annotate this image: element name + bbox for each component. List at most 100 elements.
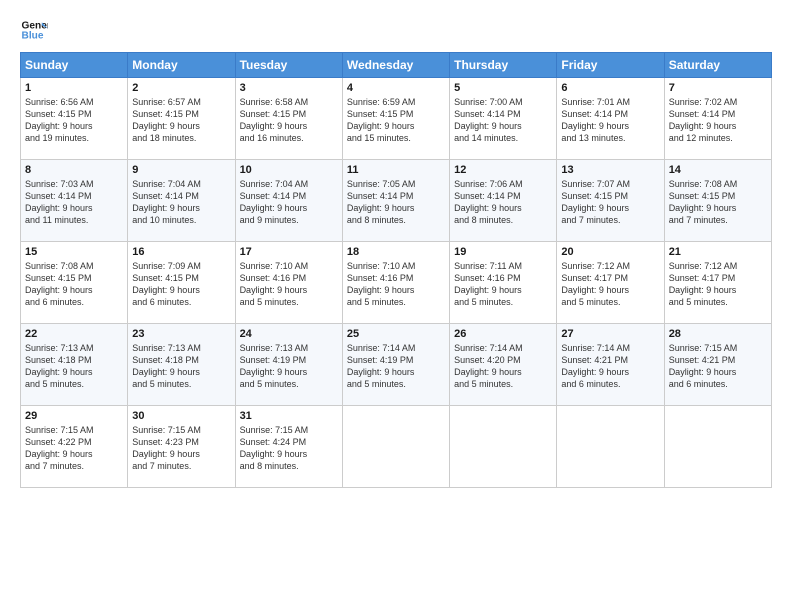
calendar-day-cell: 18 Sunrise: 7:10 AM Sunset: 4:16 PM Dayli… (342, 242, 449, 324)
calendar-week-row: 15Sunrise: 7:08 AM Sunset: 4:15 PM Dayli… (21, 242, 772, 324)
day-number: 7 (669, 82, 767, 94)
calendar-day-cell: 26Sunrise: 7:14 AM Sunset: 4:20 PM Dayli… (450, 324, 557, 406)
calendar-header-day: Monday (128, 53, 235, 78)
calendar-header-day: Wednesday (342, 53, 449, 78)
day-number: 12 (454, 164, 552, 176)
calendar-day-cell: 17Sunrise: 7:10 AM Sunset: 4:16 PM Dayli… (235, 242, 342, 324)
day-info: Sunrise: 7:07 AM Sunset: 4:15 PM Dayligh… (561, 178, 659, 227)
day-number: 8 (25, 164, 123, 176)
calendar-day-cell: 12 Sunrise: 7:06 AM Sunset: 4:14 PM Dayli… (450, 160, 557, 242)
calendar-day-cell: 15Sunrise: 7:08 AM Sunset: 4:15 PM Dayli… (21, 242, 128, 324)
calendar-header-day: Saturday (664, 53, 771, 78)
calendar-day-cell: 6 Sunrise: 7:01 AM Sunset: 4:14 PM Daylig… (557, 78, 664, 160)
day-number: 1 (25, 82, 123, 94)
svg-text:Blue: Blue (22, 31, 44, 42)
logo-icon: General Blue (20, 16, 48, 44)
day-info: Sunrise: 7:15 AM Sunset: 4:23 PM Dayligh… (132, 424, 230, 473)
day-info: Sunrise: 7:02 AM Sunset: 4:14 PM Dayligh… (669, 96, 767, 145)
page-header: General Blue (20, 16, 772, 44)
day-info: Sunrise: 7:12 AM Sunset: 4:17 PM Dayligh… (669, 260, 767, 309)
day-number: 29 (25, 410, 123, 422)
day-number: 19 (454, 246, 552, 258)
calendar-day-cell: 24 Sunrise: 7:13 AM Sunset: 4:19 PM Dayli… (235, 324, 342, 406)
day-info: Sunrise: 6:59 AM Sunset: 4:15 PM Dayligh… (347, 96, 445, 145)
calendar-day-cell: 19 Sunrise: 7:11 AM Sunset: 4:16 PM Dayli… (450, 242, 557, 324)
calendar-header-row: SundayMondayTuesdayWednesdayThursdayFrid… (21, 53, 772, 78)
calendar-day-cell: 9 Sunrise: 7:04 AM Sunset: 4:14 PM Daylig… (128, 160, 235, 242)
calendar-day-cell: 3 Sunrise: 6:58 AM Sunset: 4:15 PM Daylig… (235, 78, 342, 160)
day-number: 2 (132, 82, 230, 94)
calendar-day-cell: 4 Sunrise: 6:59 AM Sunset: 4:15 PM Daylig… (342, 78, 449, 160)
calendar-day-cell: 29 Sunrise: 7:15 AM Sunset: 4:22 PM Dayli… (21, 406, 128, 488)
day-number: 3 (240, 82, 338, 94)
day-info: Sunrise: 6:58 AM Sunset: 4:15 PM Dayligh… (240, 96, 338, 145)
calendar-header-day: Friday (557, 53, 664, 78)
day-number: 23 (132, 328, 230, 340)
day-number: 27 (561, 328, 659, 340)
day-info: Sunrise: 7:13 AM Sunset: 4:18 PM Dayligh… (25, 342, 123, 391)
calendar-day-cell: 30 Sunrise: 7:15 AM Sunset: 4:23 PM Dayli… (128, 406, 235, 488)
calendar-day-cell: 2 Sunrise: 6:57 AM Sunset: 4:15 PM Daylig… (128, 78, 235, 160)
calendar-day-cell (557, 406, 664, 488)
day-info: Sunrise: 7:13 AM Sunset: 4:18 PM Dayligh… (132, 342, 230, 391)
calendar-day-cell: 22 Sunrise: 7:13 AM Sunset: 4:18 PM Dayli… (21, 324, 128, 406)
day-info: Sunrise: 7:15 AM Sunset: 4:21 PM Dayligh… (669, 342, 767, 391)
day-info: Sunrise: 7:14 AM Sunset: 4:19 PM Dayligh… (347, 342, 445, 391)
calendar-header-day: Tuesday (235, 53, 342, 78)
calendar-day-cell: 16 Sunrise: 7:09 AM Sunset: 4:15 PM Dayli… (128, 242, 235, 324)
calendar-day-cell: 11 Sunrise: 7:05 AM Sunset: 4:14 PM Dayli… (342, 160, 449, 242)
day-info: Sunrise: 6:56 AM Sunset: 4:15 PM Dayligh… (25, 96, 123, 145)
calendar-day-cell: 8 Sunrise: 7:03 AM Sunset: 4:14 PM Daylig… (21, 160, 128, 242)
day-info: Sunrise: 7:12 AM Sunset: 4:17 PM Dayligh… (561, 260, 659, 309)
day-info: Sunrise: 7:08 AM Sunset: 4:15 PM Dayligh… (669, 178, 767, 227)
calendar-day-cell: 10 Sunrise: 7:04 AM Sunset: 4:14 PM Dayli… (235, 160, 342, 242)
logo: General Blue (20, 16, 52, 44)
day-info: Sunrise: 7:13 AM Sunset: 4:19 PM Dayligh… (240, 342, 338, 391)
calendar-day-cell (342, 406, 449, 488)
day-number: 4 (347, 82, 445, 94)
day-number: 5 (454, 82, 552, 94)
day-info: Sunrise: 7:14 AM Sunset: 4:21 PM Dayligh… (561, 342, 659, 391)
day-info: Sunrise: 7:09 AM Sunset: 4:15 PM Dayligh… (132, 260, 230, 309)
day-number: 14 (669, 164, 767, 176)
day-info: Sunrise: 7:11 AM Sunset: 4:16 PM Dayligh… (454, 260, 552, 309)
day-number: 24 (240, 328, 338, 340)
day-number: 6 (561, 82, 659, 94)
day-info: Sunrise: 7:03 AM Sunset: 4:14 PM Dayligh… (25, 178, 123, 227)
day-number: 10 (240, 164, 338, 176)
day-number: 25 (347, 328, 445, 340)
calendar-day-cell: 14 Sunrise: 7:08 AM Sunset: 4:15 PM Dayli… (664, 160, 771, 242)
day-info: Sunrise: 7:14 AM Sunset: 4:20 PM Dayligh… (454, 342, 552, 391)
day-info: Sunrise: 7:05 AM Sunset: 4:14 PM Dayligh… (347, 178, 445, 227)
day-info: Sunrise: 7:00 AM Sunset: 4:14 PM Dayligh… (454, 96, 552, 145)
calendar-header-day: Sunday (21, 53, 128, 78)
calendar-day-cell (664, 406, 771, 488)
day-info: Sunrise: 7:15 AM Sunset: 4:24 PM Dayligh… (240, 424, 338, 473)
day-number: 13 (561, 164, 659, 176)
day-info: Sunrise: 7:04 AM Sunset: 4:14 PM Dayligh… (132, 178, 230, 227)
calendar-day-cell: 13 Sunrise: 7:07 AM Sunset: 4:15 PM Dayli… (557, 160, 664, 242)
day-info: Sunrise: 7:04 AM Sunset: 4:14 PM Dayligh… (240, 178, 338, 227)
calendar-week-row: 29 Sunrise: 7:15 AM Sunset: 4:22 PM Dayli… (21, 406, 772, 488)
day-number: 11 (347, 164, 445, 176)
day-number: 18 (347, 246, 445, 258)
day-info: Sunrise: 7:10 AM Sunset: 4:16 PM Dayligh… (347, 260, 445, 309)
calendar-header-day: Thursday (450, 53, 557, 78)
calendar-day-cell: 5 Sunrise: 7:00 AM Sunset: 4:14 PM Daylig… (450, 78, 557, 160)
calendar-day-cell: 1 Sunrise: 6:56 AM Sunset: 4:15 PM Daylig… (21, 78, 128, 160)
day-number: 17 (240, 246, 338, 258)
day-number: 22 (25, 328, 123, 340)
day-info: Sunrise: 7:06 AM Sunset: 4:14 PM Dayligh… (454, 178, 552, 227)
calendar-day-cell: 25 Sunrise: 7:14 AM Sunset: 4:19 PM Dayli… (342, 324, 449, 406)
day-number: 9 (132, 164, 230, 176)
day-number: 16 (132, 246, 230, 258)
calendar-week-row: 8 Sunrise: 7:03 AM Sunset: 4:14 PM Daylig… (21, 160, 772, 242)
day-number: 20 (561, 246, 659, 258)
day-info: Sunrise: 7:01 AM Sunset: 4:14 PM Dayligh… (561, 96, 659, 145)
day-number: 30 (132, 410, 230, 422)
calendar-week-row: 1 Sunrise: 6:56 AM Sunset: 4:15 PM Daylig… (21, 78, 772, 160)
day-number: 31 (240, 410, 338, 422)
day-info: Sunrise: 7:15 AM Sunset: 4:22 PM Dayligh… (25, 424, 123, 473)
calendar-day-cell: 7 Sunrise: 7:02 AM Sunset: 4:14 PM Daylig… (664, 78, 771, 160)
day-info: Sunrise: 6:57 AM Sunset: 4:15 PM Dayligh… (132, 96, 230, 145)
